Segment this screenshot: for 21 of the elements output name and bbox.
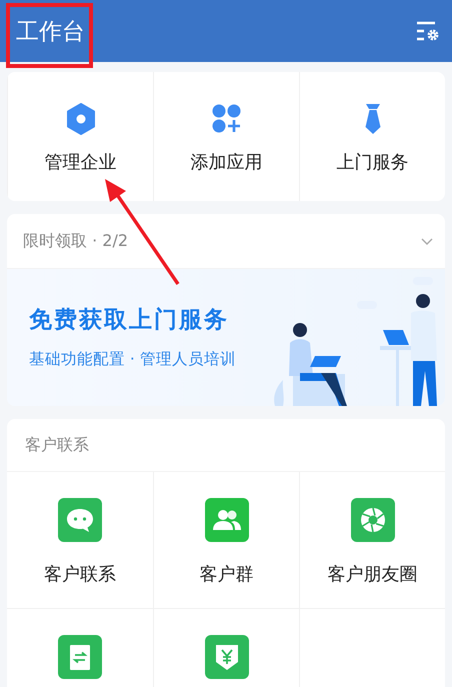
banner-title: 免费获取上门服务	[29, 306, 230, 334]
promo-banner[interactable]: 免费获取上门服务 基础功能配置 · 管理人员培训	[7, 269, 445, 406]
section-header: 客户联系	[25, 434, 89, 456]
chat-icon	[58, 498, 102, 542]
page-title: 工作台	[16, 18, 85, 46]
shield-yen-icon	[204, 635, 248, 679]
banner-subtitle: 基础功能配置 · 管理人员培训	[29, 348, 236, 370]
app-tile[interactable]: 客户群	[153, 472, 299, 609]
people-icon	[204, 498, 248, 542]
hexagon-icon	[66, 103, 96, 135]
app-tile[interactable]: 客户联系	[7, 472, 153, 609]
add-app-icon	[212, 104, 242, 134]
action-tile[interactable]: 添加应用	[153, 72, 299, 201]
transfer-document-icon	[58, 635, 102, 679]
action-tile[interactable]: 上门服务	[299, 72, 445, 201]
aperture-icon	[350, 498, 394, 542]
section-header: 限时领取 · 2/2	[23, 230, 128, 252]
tie-icon	[364, 103, 380, 135]
settings-icon[interactable]	[416, 21, 440, 41]
app-tile[interactable]: 客户朋友圈	[299, 472, 445, 609]
chevron-down-icon[interactable]	[421, 238, 433, 244]
